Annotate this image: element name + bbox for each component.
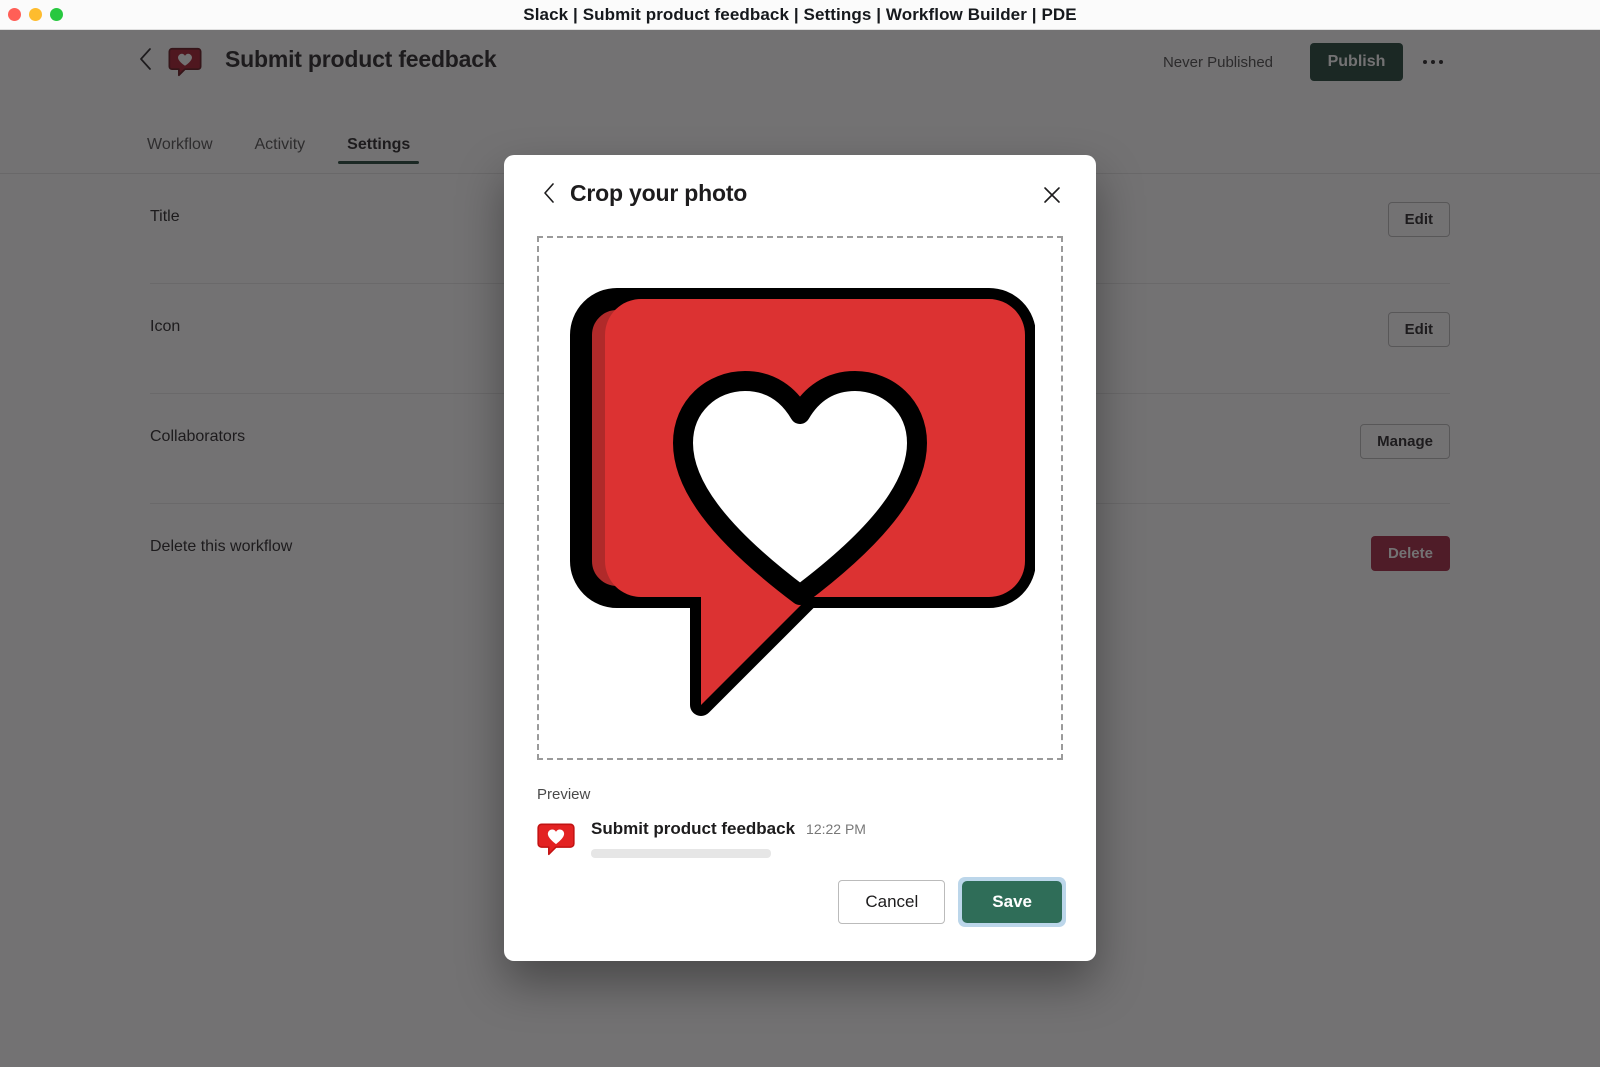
avatar xyxy=(537,819,575,857)
speech-bubble-heart-icon xyxy=(570,288,1035,716)
preview-label: Preview xyxy=(537,786,591,803)
crop-photo-modal: Crop your photo Preview Submit product f… xyxy=(504,155,1096,961)
close-window-button[interactable] xyxy=(8,8,21,21)
speech-bubble-heart-icon xyxy=(537,823,575,856)
preview-timestamp: 12:22 PM xyxy=(806,821,866,837)
modal-back-button[interactable] xyxy=(538,180,560,206)
modal-close-button[interactable] xyxy=(1040,183,1064,207)
modal-title: Crop your photo xyxy=(570,179,748,206)
preview-author-name: Submit product feedback xyxy=(591,819,796,838)
crop-region[interactable] xyxy=(537,236,1063,760)
window-titlebar: Slack | Submit product feedback | Settin… xyxy=(0,0,1600,30)
save-button[interactable]: Save xyxy=(962,881,1062,923)
minimize-window-button[interactable] xyxy=(29,8,42,21)
close-icon xyxy=(1044,187,1060,203)
save-button-focus-ring: Save xyxy=(958,877,1066,927)
chevron-left-icon xyxy=(544,183,554,203)
window-controls xyxy=(8,8,63,21)
modal-header: Crop your photo xyxy=(504,155,1096,231)
zoom-window-button[interactable] xyxy=(50,8,63,21)
preview-message: Submit product feedback 12:22 PM xyxy=(537,817,1063,858)
window-title: Slack | Submit product feedback | Settin… xyxy=(523,4,1077,24)
modal-footer: Cancel Save xyxy=(504,857,1096,961)
preview-section: Preview Submit product feedback 12:22 PM xyxy=(504,760,1096,858)
cancel-button[interactable]: Cancel xyxy=(838,880,946,924)
